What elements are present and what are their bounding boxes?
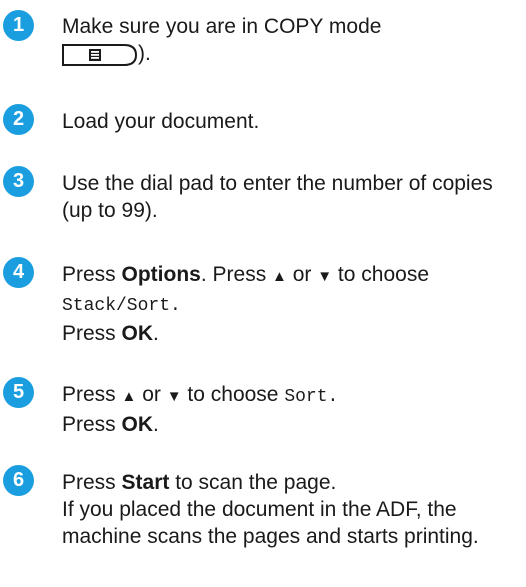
menu-value: Stack/Sort. [62,296,181,316]
down-arrow-icon: ▼ [166,388,182,405]
options-key-label: Options [121,263,201,286]
step-1-text: Make sure you are in COPY mode [62,15,382,38]
text-segment: Press [62,383,122,406]
step-number-badge: 3 [3,166,34,197]
step-number-badge: 1 [3,10,34,41]
step-text: Press ▲ or ▼ to choose Sort. Press OK. [62,381,522,438]
step-6-detail: If you placed the document in the ADF, t… [62,498,479,548]
text-segment: to scan the page. [169,471,337,494]
menu-value: Sort. [284,387,339,407]
step-number-badge: 4 [3,257,34,288]
down-arrow-icon: ▼ [317,268,333,285]
text-segment: to choose [332,263,429,286]
step-number-badge: 5 [3,377,34,408]
text-segment: Press [62,471,122,494]
step-text: Make sure you are in COPY mode ). [62,13,522,67]
text-segment: Press [62,322,122,345]
text-segment: Press [62,263,122,286]
copy-mode-key-icon [62,44,138,67]
step-text: Load your document. [62,110,260,133]
step-text: Use the dial pad to enter the number of … [62,172,493,222]
text-segment: . [153,413,159,436]
up-arrow-icon: ▲ [272,268,287,285]
ok-key-label: OK [121,322,154,345]
step-number-badge: 6 [3,465,34,496]
text-segment: or [136,383,167,406]
step-number-badge: 2 [3,104,34,135]
text-segment: or [286,263,318,286]
up-arrow-icon: ▲ [121,388,137,405]
start-key-label: Start [121,471,170,494]
step-text: Press Options. Press ▲ or ▼ to choose St… [62,261,522,347]
ok-key-label: OK [121,413,154,436]
text-segment: . [153,322,159,345]
step-1-tail: ). [138,42,151,65]
text-segment: . Press [200,263,273,286]
text-segment: Press [62,413,122,436]
text-segment: to choose [181,383,285,406]
step-text: Press Start to scan the page. If you pla… [62,469,522,550]
